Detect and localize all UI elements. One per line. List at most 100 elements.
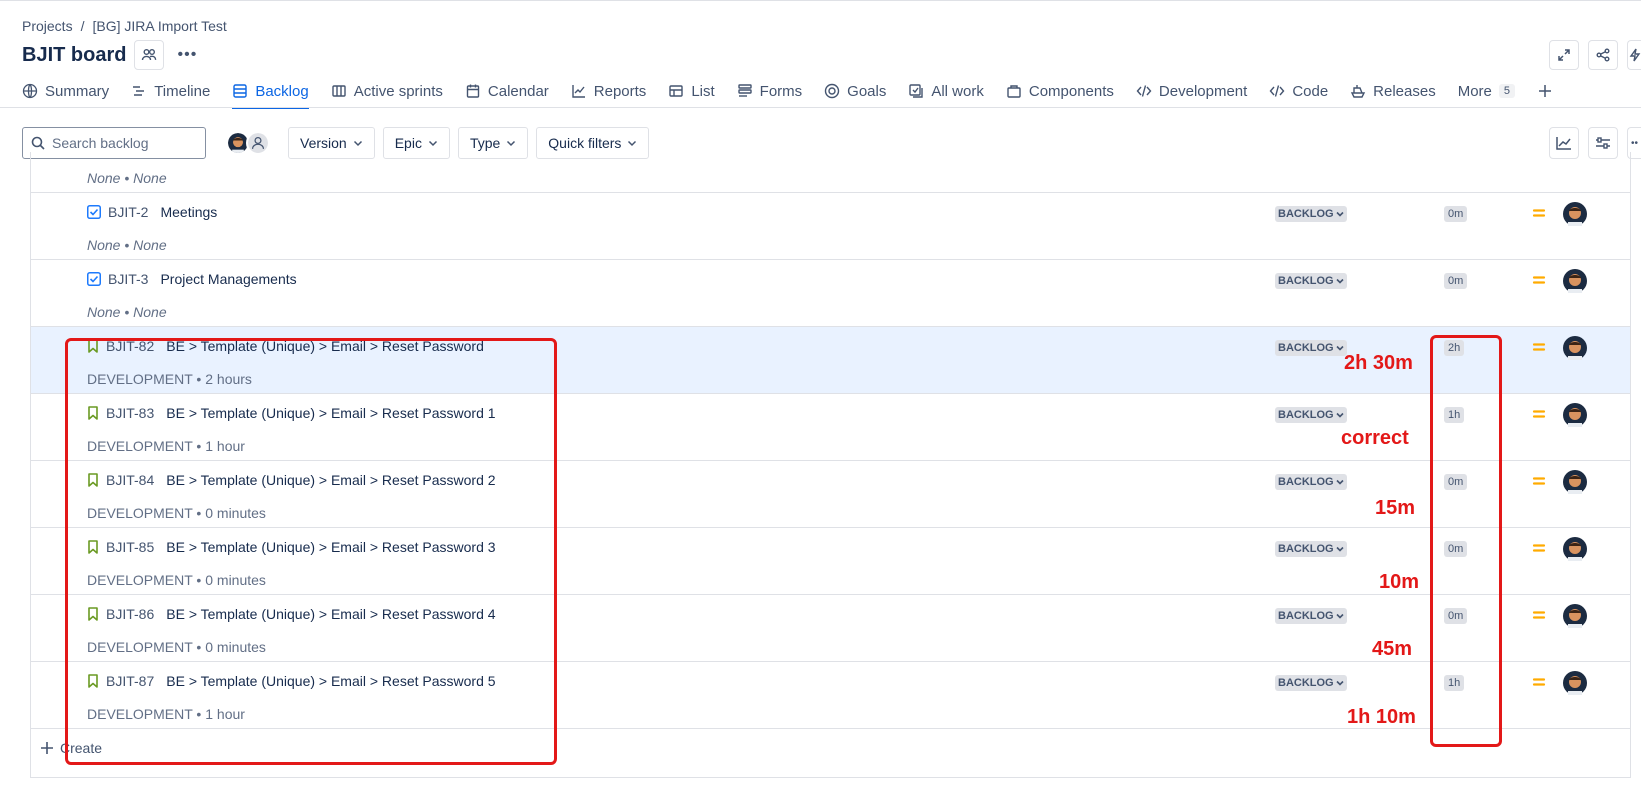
assignee-avatar[interactable]	[1563, 470, 1587, 494]
fullscreen-button[interactable]	[1549, 40, 1579, 70]
share-button[interactable]	[1588, 40, 1618, 70]
chevron-down-icon	[1336, 679, 1344, 687]
priority-medium-icon	[1531, 540, 1547, 556]
table-row[interactable]: BJIT-3 Project Managements BACKLOG 0m None •…	[31, 260, 1630, 327]
tab-goals[interactable]: Goals	[813, 76, 897, 106]
task-checkbox-icon	[87, 205, 101, 219]
tab-all-work[interactable]: All work	[897, 76, 995, 106]
status-label: BACKLOG	[1278, 208, 1334, 220]
priority-medium-icon	[1531, 339, 1547, 355]
tab-code[interactable]: Code	[1258, 76, 1339, 106]
issue-summary[interactable]: Project Managements	[160, 271, 296, 287]
team-button[interactable]	[134, 40, 165, 70]
priority-medium-icon	[1531, 674, 1547, 690]
annotation-label: 2h 30m	[1344, 352, 1413, 374]
table-icon	[668, 83, 684, 99]
tab-label: More	[1457, 82, 1492, 100]
status-label: BACKLOG	[1278, 275, 1334, 287]
tab-label: Summary	[45, 82, 110, 100]
breadcrumb-project-link[interactable]: [BG] JIRA Import Test	[92, 18, 226, 34]
priority-medium-icon	[1531, 272, 1547, 288]
chevron-down-icon	[1336, 277, 1344, 285]
annotation-label: correct	[1341, 427, 1409, 449]
chevron-down-icon	[1336, 478, 1344, 486]
chart-line-icon	[571, 83, 587, 99]
table-row[interactable]: BJIT-2 Meetings BACKLOG 0m None • None	[31, 193, 1630, 260]
tab-development[interactable]: Development	[1125, 76, 1258, 106]
assignee-avatar[interactable]	[1563, 403, 1587, 427]
status-dropdown[interactable]: BACKLOG	[1275, 407, 1347, 423]
assignee-avatar[interactable]	[1563, 604, 1587, 628]
annotation-label: 10m	[1379, 571, 1420, 593]
status-dropdown[interactable]: BACKLOG	[1275, 273, 1347, 289]
plus-icon	[41, 742, 53, 754]
status-dropdown[interactable]: BACKLOG	[1275, 608, 1347, 624]
status-dropdown[interactable]: BACKLOG	[1275, 474, 1347, 490]
components-icon	[1006, 83, 1022, 99]
tab-reports[interactable]: Reports	[560, 76, 658, 106]
chevron-down-icon	[1336, 612, 1344, 620]
tab-label: Timeline	[154, 82, 211, 100]
tab-calendar[interactable]: Calendar	[454, 76, 560, 106]
priority-medium-icon	[1531, 205, 1547, 221]
issue-title-line: BJIT-3 Project Managements	[87, 271, 297, 287]
plus-icon	[1539, 85, 1552, 97]
columns-icon	[331, 83, 347, 99]
estimate-badge[interactable]: 0m	[1444, 206, 1468, 222]
more-actions-button[interactable]: •••	[172, 40, 202, 70]
add-tab-button[interactable]	[1526, 76, 1564, 106]
issue-key-link[interactable]: BJIT-3	[108, 271, 148, 287]
tab-label: Active sprints	[353, 82, 443, 100]
tab-label: All work	[931, 82, 984, 100]
tab-backlog[interactable]: Backlog	[221, 76, 319, 109]
project-tabs: Summary Timeline Backlog Active sprints Cale…	[22, 76, 1564, 109]
tab-label: Development	[1158, 82, 1248, 100]
tab-forms[interactable]: Forms	[726, 76, 814, 106]
globe-icon	[22, 83, 38, 99]
tabs-divider	[0, 107, 1641, 108]
annotation-label: 45m	[1372, 638, 1413, 660]
tab-summary[interactable]: Summary	[22, 76, 120, 106]
annotation-box-estimates	[1430, 335, 1502, 747]
table-row[interactable]: None • None	[31, 126, 1630, 193]
tab-list[interactable]: List	[657, 76, 725, 106]
issue-meta: None • None	[87, 237, 167, 253]
calendar-icon	[465, 83, 481, 99]
issue-key-link[interactable]: BJIT-2	[108, 204, 148, 220]
all-work-icon	[908, 83, 924, 99]
code-slash-icon	[1269, 83, 1285, 99]
priority-medium-icon	[1531, 607, 1547, 623]
chevron-down-icon	[1336, 210, 1344, 218]
automation-button[interactable]	[1627, 40, 1641, 70]
status-dropdown[interactable]: BACKLOG	[1275, 206, 1347, 222]
status-dropdown[interactable]: BACKLOG	[1275, 541, 1347, 557]
priority-medium-icon	[1531, 406, 1547, 422]
tab-releases[interactable]: Releases	[1339, 76, 1447, 106]
header-actions	[1549, 40, 1641, 70]
tab-active-sprints[interactable]: Active sprints	[320, 76, 454, 106]
breadcrumb-projects-link[interactable]: Projects	[22, 18, 73, 34]
assignee-avatar[interactable]	[1563, 537, 1587, 561]
chevron-down-icon	[1336, 411, 1344, 419]
assignee-avatar[interactable]	[1563, 202, 1587, 226]
status-dropdown[interactable]: BACKLOG	[1275, 675, 1347, 691]
assignee-avatar[interactable]	[1563, 336, 1587, 360]
chevron-down-icon	[1336, 545, 1344, 553]
issue-title-line: BJIT-2 Meetings	[87, 204, 217, 220]
board-title-row: BJIT board •••	[22, 40, 202, 70]
more-horizontal-icon: ••	[1630, 137, 1638, 149]
assignee-avatar[interactable]	[1563, 671, 1587, 695]
tab-label: Releases	[1373, 82, 1436, 100]
tab-timeline[interactable]: Timeline	[120, 76, 221, 106]
issue-summary[interactable]: Meetings	[160, 204, 217, 220]
annotation-box-summaries	[65, 338, 557, 765]
top-border	[0, 0, 1641, 3]
assignee-avatar[interactable]	[1563, 269, 1587, 293]
forms-icon	[737, 83, 753, 99]
tab-label: Backlog	[255, 82, 309, 100]
tab-components[interactable]: Components	[995, 76, 1125, 106]
status-dropdown[interactable]: BACKLOG	[1275, 340, 1347, 356]
status-label: BACKLOG	[1278, 543, 1334, 555]
tab-more[interactable]: More 5	[1447, 76, 1526, 106]
estimate-badge[interactable]: 0m	[1444, 273, 1468, 289]
